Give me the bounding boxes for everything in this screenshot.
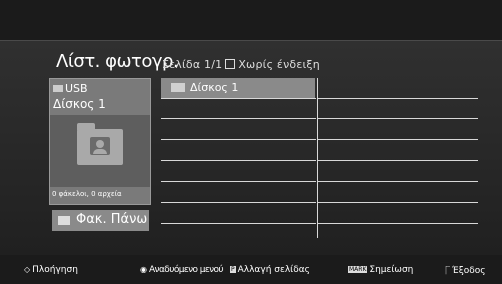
- footer-navigation: ◇ Πλοήγηση: [24, 265, 78, 275]
- folder-up-label: Φακ. Πάνω: [76, 212, 148, 227]
- folder-up-button[interactable]: Φακ. Πάνω: [52, 210, 149, 231]
- folder-up-icon: [58, 216, 70, 225]
- file-item-selected[interactable]: Δίσκος 1: [161, 78, 315, 98]
- dpad-icon: ◇: [24, 265, 31, 274]
- exit-icon: ⎾: [442, 266, 450, 275]
- mark-key-icon: MARK: [348, 266, 368, 273]
- footer-popup-menu: ◉ Αναδυόμενο μενού: [140, 265, 224, 275]
- navigation-label: Πλοήγηση: [32, 265, 78, 275]
- exit-label: Έξοδος: [452, 266, 486, 276]
- grid-cell[interactable]: [318, 119, 478, 140]
- grid-cell[interactable]: [318, 140, 478, 161]
- footer-mark: MARK Σημείωση: [348, 265, 413, 275]
- no-display-label: Χωρίς ένδειξη: [238, 58, 320, 71]
- grid-cell[interactable]: [161, 203, 316, 224]
- grid-cell[interactable]: [318, 78, 478, 99]
- top-band: [0, 0, 502, 40]
- page-key-icon: P: [230, 266, 236, 273]
- page-title: Λίστ. φωτογρ.: [56, 51, 179, 72]
- grid-cell[interactable]: [318, 203, 478, 224]
- page-subtitle: Σελίδα 1/1 Χωρίς ένδειξη: [162, 58, 320, 71]
- usb-text: USB: [65, 82, 88, 95]
- grid-cell[interactable]: [161, 140, 316, 161]
- mark-label: Σημείωση: [369, 265, 414, 275]
- footer-page-change: P Αλλαγή σελίδας: [230, 265, 310, 275]
- folder-image-icon: [77, 123, 123, 165]
- file-item-label: Δίσκος 1: [190, 81, 239, 94]
- file-grid: Δίσκος 1: [161, 78, 478, 238]
- folder-icon: [171, 83, 185, 92]
- device-panel: USB Δίσκος 1 0 φάκελοι, 0 αρχεία: [49, 78, 151, 205]
- usb-label: USB: [53, 82, 88, 95]
- page-change-label: Αλλαγή σελίδας: [237, 265, 310, 275]
- checkbox-icon[interactable]: [225, 59, 236, 69]
- person-icon: [90, 137, 110, 155]
- item-count: 0 φάκελοι, 0 αρχεία: [52, 190, 122, 198]
- grid-cell[interactable]: [318, 98, 478, 119]
- grid-cell[interactable]: [161, 161, 316, 182]
- ok-button-icon: ◉: [140, 265, 147, 274]
- footer-exit: ⎾ Έξοδος: [442, 265, 486, 276]
- grid-cell[interactable]: [318, 182, 478, 203]
- folder-thumbnail: [50, 115, 150, 187]
- popup-menu-label: Αναδυόμενο μενού: [148, 265, 224, 275]
- grid-cell[interactable]: [161, 98, 316, 119]
- disk-label: Δίσκος 1: [53, 97, 106, 111]
- footer-bar: ◇ Πλοήγηση ◉ Αναδυόμενο μενού P Αλλαγή σελί…: [0, 255, 502, 284]
- panel-top-divider: [0, 40, 502, 41]
- folder-icon: [53, 85, 63, 92]
- grid-cell[interactable]: [161, 119, 316, 140]
- grid-cell[interactable]: [161, 182, 316, 203]
- grid-cell[interactable]: [318, 161, 478, 182]
- grid-divider: [317, 78, 318, 238]
- page-info: Σελίδα 1/1: [162, 58, 223, 71]
